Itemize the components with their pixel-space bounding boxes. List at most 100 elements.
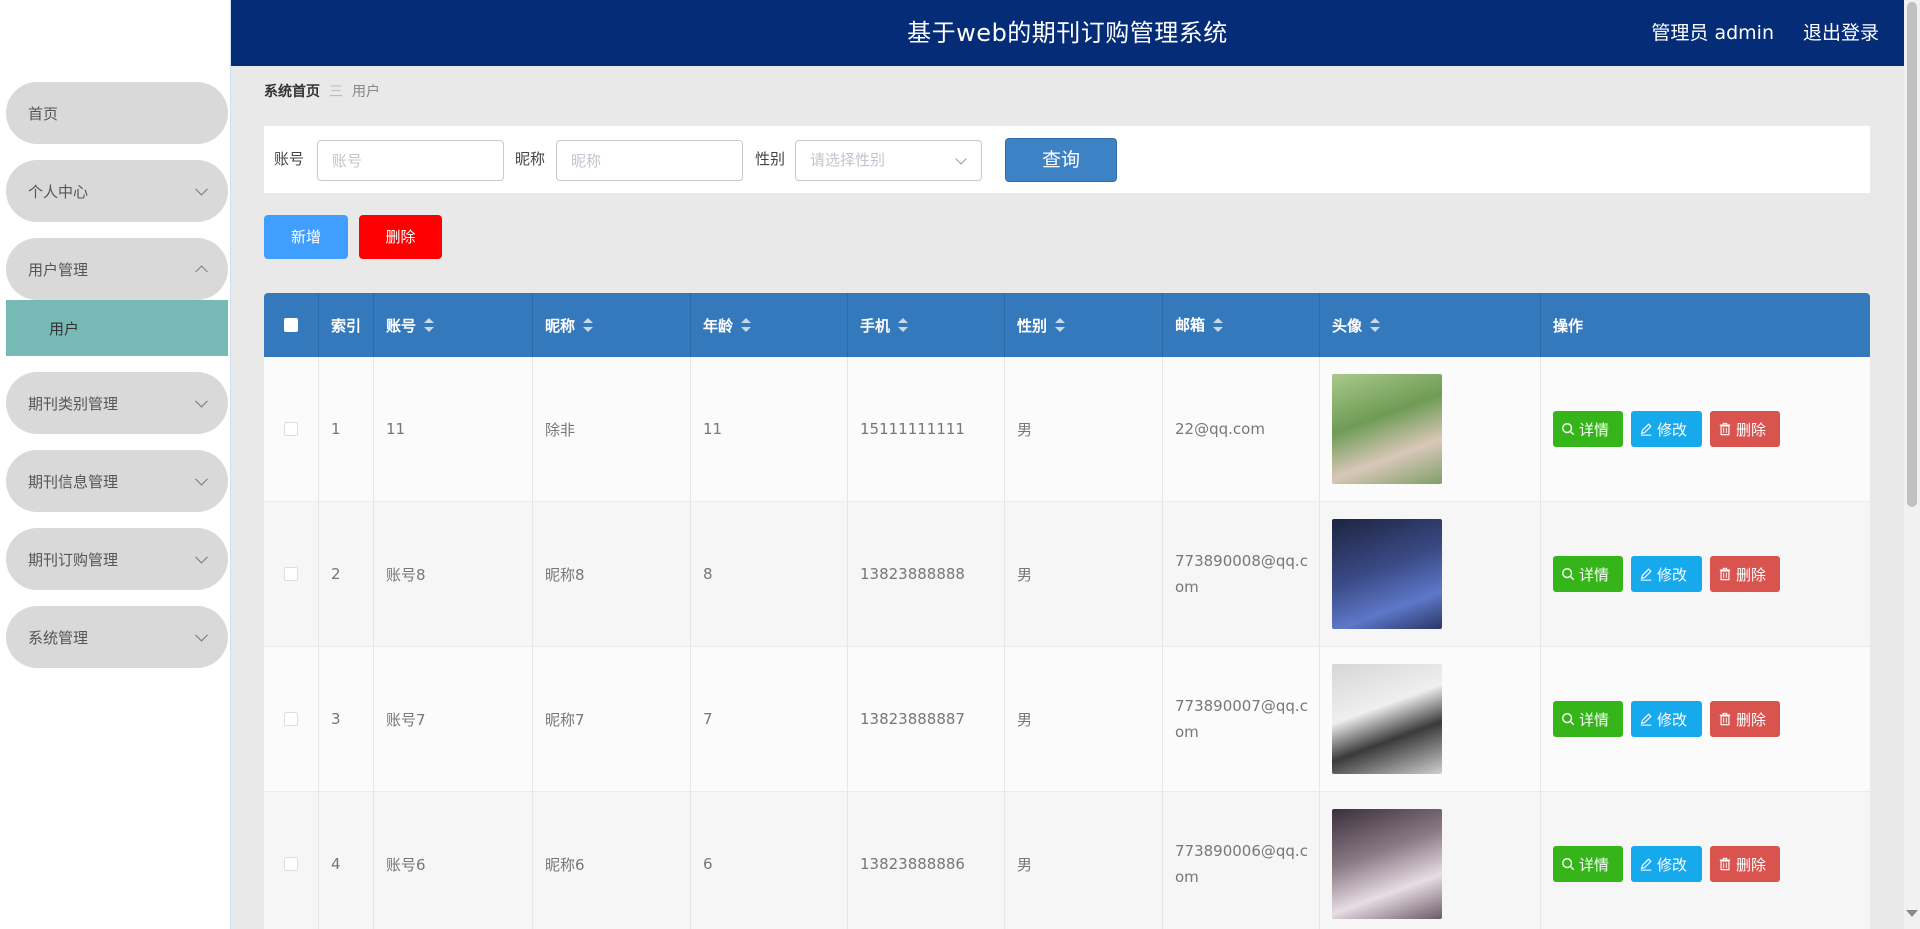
batch-delete-button[interactable]: 删除 — [359, 215, 442, 259]
cell-account: 账号6 — [374, 792, 533, 929]
chevron-up-icon — [195, 265, 208, 279]
sort-icon[interactable] — [898, 318, 909, 332]
edit-button-label: 修改 — [1657, 420, 1688, 439]
cell-actions: 详情 修改 删除 — [1541, 647, 1870, 791]
column-header-account[interactable]: 账号 — [374, 293, 533, 357]
edit-button[interactable]: 修改 — [1631, 556, 1702, 592]
chevron-down-icon — [195, 394, 208, 408]
column-header-gender[interactable]: 性别 — [1005, 293, 1163, 357]
column-header-email[interactable]: 邮箱 — [1163, 293, 1320, 357]
detail-button[interactable]: 详情 — [1553, 556, 1623, 592]
cell-email-value: 773890008@qq.com — [1175, 552, 1308, 596]
column-header-avatar[interactable]: 头像 — [1320, 293, 1541, 357]
sidebar-item-system[interactable]: 系统管理 — [6, 606, 228, 668]
cell-age: 11 — [691, 357, 848, 501]
column-header-phone[interactable]: 手机 — [848, 293, 1005, 357]
delete-button-label: 删除 — [1736, 710, 1767, 729]
column-header-label: 索引 — [331, 316, 362, 335]
edit-button-label: 修改 — [1657, 710, 1688, 729]
column-header-label: 手机 — [860, 316, 891, 335]
cell-avatar — [1320, 357, 1541, 501]
breadcrumb-home[interactable]: 系统首页 — [264, 81, 320, 101]
cell-account: 11 — [374, 357, 533, 501]
logout-link[interactable]: 退出登录 — [1803, 0, 1879, 66]
cell-nickname: 昵称6 — [533, 792, 691, 929]
row-checkbox[interactable] — [284, 422, 298, 436]
sort-icon[interactable] — [1055, 318, 1066, 332]
cell-index-value: 2 — [331, 565, 341, 583]
cell-index-value: 4 — [331, 855, 341, 873]
trash-icon — [1719, 422, 1731, 436]
gender-select[interactable]: 请选择性别 — [795, 140, 982, 181]
search-panel: 账号 昵称 性别 请选择性别 查询 — [264, 126, 1870, 193]
sidebar-subitem-label: 用户 — [49, 319, 80, 338]
row-checkbox[interactable] — [284, 567, 298, 581]
sidebar-item-label: 用户管理 — [28, 260, 89, 279]
row-checkbox[interactable] — [284, 712, 298, 726]
chevron-down-icon — [955, 153, 967, 165]
add-button[interactable]: 新增 — [264, 215, 348, 259]
detail-button[interactable]: 详情 — [1553, 846, 1623, 882]
column-header-age[interactable]: 年龄 — [691, 293, 848, 357]
sidebar-item-journal-order[interactable]: 期刊订购管理 — [6, 528, 228, 590]
cell-account: 账号7 — [374, 647, 533, 791]
delete-button[interactable]: 删除 — [1710, 556, 1780, 592]
select-all-checkbox[interactable] — [284, 318, 298, 332]
scrollbar-thumb[interactable] — [1907, 2, 1917, 507]
cell-index-value: 3 — [331, 710, 341, 728]
sidebar-item-personal-center[interactable]: 个人中心 — [6, 160, 228, 222]
cell-phone-value: 13823888886 — [860, 855, 965, 873]
table-header: 索引 账号 昵称 年龄 手机 性别 邮箱 头像 操作 — [264, 293, 1870, 357]
sort-icon[interactable] — [1370, 318, 1381, 332]
avatar — [1332, 519, 1442, 629]
cell-avatar — [1320, 792, 1541, 929]
column-header-label: 年龄 — [703, 316, 734, 335]
cell-phone-value: 13823888887 — [860, 710, 965, 728]
edit-button[interactable]: 修改 — [1631, 846, 1702, 882]
nickname-label: 昵称 — [515, 150, 546, 168]
delete-button-label: 删除 — [1736, 855, 1767, 874]
column-header-label: 性别 — [1017, 316, 1048, 335]
cell-age-value: 11 — [703, 420, 723, 438]
edit-icon — [1640, 568, 1652, 581]
column-header-label: 昵称 — [545, 316, 576, 335]
sort-icon[interactable] — [424, 318, 435, 332]
sort-icon[interactable] — [1213, 318, 1224, 332]
delete-button-label: 删除 — [1736, 565, 1767, 584]
cell-account-value: 账号6 — [386, 855, 426, 874]
detail-button[interactable]: 详情 — [1553, 411, 1623, 447]
delete-button[interactable]: 删除 — [1710, 411, 1780, 447]
sidebar-item-journal-info[interactable]: 期刊信息管理 — [6, 450, 228, 512]
sort-icon[interactable] — [741, 318, 752, 332]
scroll-down-arrow-icon[interactable] — [1906, 910, 1918, 917]
detail-button[interactable]: 详情 — [1553, 701, 1623, 737]
sidebar-item-journal-category[interactable]: 期刊类别管理 — [6, 372, 228, 434]
column-header-actions: 操作 — [1541, 293, 1870, 357]
row-checkbox[interactable] — [284, 857, 298, 871]
cell-phone-value: 15111111111 — [860, 420, 965, 438]
gender-select-placeholder: 请选择性别 — [810, 151, 886, 169]
column-header-nickname[interactable]: 昵称 — [533, 293, 691, 357]
cell-account-value: 11 — [386, 420, 406, 438]
sidebar-subitem-user[interactable]: 用户 — [6, 300, 228, 356]
cell-gender-value: 男 — [1017, 710, 1033, 729]
edit-button[interactable]: 修改 — [1631, 411, 1702, 447]
sidebar-item-home[interactable]: 首页 — [6, 82, 228, 144]
edit-button-label: 修改 — [1657, 565, 1688, 584]
sort-icon[interactable] — [583, 318, 594, 332]
cell-account: 账号8 — [374, 502, 533, 646]
trash-icon — [1719, 857, 1731, 871]
delete-button[interactable]: 删除 — [1710, 846, 1780, 882]
delete-button[interactable]: 删除 — [1710, 701, 1780, 737]
sidebar-item-user-management[interactable]: 用户管理 — [6, 238, 228, 300]
nickname-input[interactable] — [556, 140, 743, 181]
account-label: 账号 — [274, 150, 305, 168]
cell-email: 773890007@qq.com — [1163, 647, 1320, 791]
cell-nickname: 除非 — [533, 357, 691, 501]
sidebar-item-label: 系统管理 — [28, 628, 89, 647]
edit-button[interactable]: 修改 — [1631, 701, 1702, 737]
query-button[interactable]: 查询 — [1005, 138, 1117, 182]
cell-index: 4 — [319, 792, 374, 929]
search-icon — [1562, 423, 1575, 436]
account-input[interactable] — [317, 140, 504, 181]
